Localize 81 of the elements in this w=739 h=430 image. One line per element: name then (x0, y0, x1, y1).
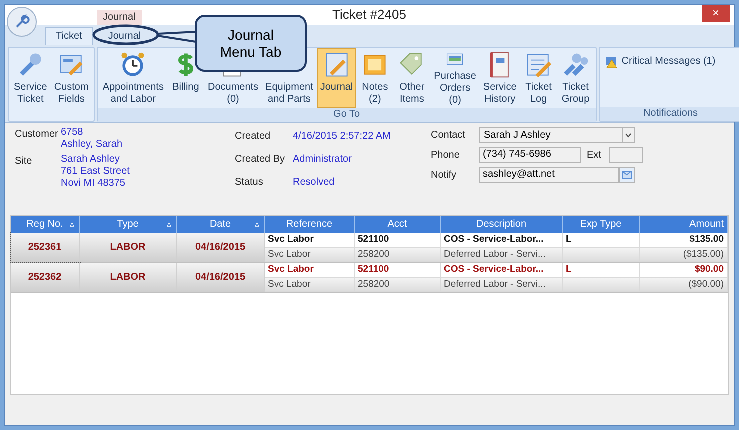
table-cell: 258200 (355, 278, 441, 292)
input-field[interactable] (609, 147, 643, 163)
sort-icon: ▵ (70, 216, 75, 233)
field-value: Ashley, Sarah (61, 139, 123, 151)
table-cell: ($90.00) (640, 278, 728, 292)
table-cell: 521100 (355, 233, 441, 248)
column-header[interactable]: Exp Type (563, 216, 640, 233)
table-cell: LABOR (80, 263, 177, 292)
table-cell: COS - Service-Labor... (441, 233, 563, 248)
field-label: Created (235, 130, 272, 144)
wrench-icon (14, 14, 30, 30)
table-cell: L (563, 263, 640, 278)
table-cell: LABOR (80, 233, 177, 262)
table-cell: 04/16/2015 (177, 263, 265, 292)
ribbon-button[interactable]: Service History (480, 48, 520, 108)
table-cell: $135.00 (640, 233, 728, 248)
app-menu-button[interactable] (7, 7, 37, 37)
table-cell: Svc Labor (265, 278, 355, 292)
column-header[interactable]: Reference (265, 216, 355, 233)
column-header[interactable]: Type ▵ (80, 216, 177, 233)
ribbon-button[interactable]: Ticket Group (558, 48, 594, 108)
table-cell: Svc Labor (265, 263, 355, 278)
ribbon-button[interactable]: Other Items (394, 48, 430, 108)
critical-messages-button[interactable]: Critical Messages (1) (602, 54, 739, 69)
warning-icon (606, 56, 618, 68)
table-cell: L (563, 233, 640, 248)
table-cell: Svc Labor (265, 248, 355, 262)
input-field[interactable]: (734) 745-6986 (479, 147, 581, 163)
table-cell: Deferred Labor - Servi... (441, 278, 563, 292)
contact-dropdown[interactable]: Sarah J Ashley (479, 127, 635, 143)
ribbon-tab[interactable]: Ticket (45, 27, 94, 45)
sort-icon: ▵ (255, 216, 260, 233)
field-label: Phone (431, 148, 461, 162)
field-value: 4/16/2015 2:57:22 AM (293, 130, 391, 144)
ribbon-button[interactable]: Journal (317, 48, 356, 108)
field-value: 761 East Street (61, 166, 130, 178)
field-label: Site (15, 155, 34, 169)
field-label: Contact (431, 128, 466, 142)
table-cell: 252361 (11, 233, 80, 262)
ribbon-button[interactable]: Custom Fields (51, 48, 92, 108)
table-cell: Deferred Labor - Servi... (441, 248, 563, 262)
table-cell: 04/16/2015 (177, 233, 265, 262)
table-cell: COS - Service-Labor... (441, 263, 563, 278)
group-label: Notifications (644, 108, 698, 119)
window-title: Ticket #2405 (332, 6, 406, 24)
field-label: Notify (431, 168, 458, 182)
ribbon-button[interactable]: Ticket Log (520, 48, 557, 108)
close-button[interactable]: × (702, 5, 730, 22)
table-cell: 252362 (11, 263, 80, 292)
field-value: Administrator (293, 153, 352, 167)
envelope-icon (622, 171, 632, 179)
field-label: Ext (587, 148, 602, 162)
ribbon-button[interactable]: Notes (2) (357, 48, 394, 108)
table-cell: 258200 (355, 248, 441, 262)
chevron-icon (622, 128, 634, 142)
contextual-tab-label: Journal (97, 10, 142, 25)
table-cell: 521100 (355, 263, 441, 278)
field-label: Customer (15, 128, 60, 142)
column-header[interactable]: Acct (355, 216, 441, 233)
field-value: Resolved (293, 176, 335, 190)
field-value: Sarah Ashley (61, 154, 121, 166)
group-label: Go To (334, 109, 360, 120)
table-cell: $90.00 (640, 263, 728, 278)
ribbon-button[interactable]: Purchase Orders (0) (431, 48, 480, 108)
field-value: Novi MI 48375 (61, 178, 126, 190)
column-header[interactable]: Date ▵ (177, 216, 265, 233)
email-button[interactable] (619, 167, 635, 183)
input-field[interactable]: sashley@att.net (479, 167, 619, 183)
table-cell: ($135.00) (640, 248, 728, 262)
field-value: 6758 (61, 127, 84, 139)
ribbon-button[interactable]: Service Ticket (11, 48, 50, 108)
column-header[interactable]: Description (441, 216, 563, 233)
column-header[interactable]: Amount (640, 216, 728, 233)
field-label: Status (235, 176, 264, 190)
sort-icon: ▵ (167, 216, 172, 233)
dropdown-value: Sarah J Ashley (484, 128, 551, 142)
field-label: Created By (235, 153, 286, 167)
table-cell: Svc Labor (265, 233, 355, 248)
callout-tooltip: Journal Menu Tab (195, 15, 307, 72)
column-header[interactable]: Reg No. ▵ (11, 216, 80, 233)
ribbon-button[interactable]: Appointments and Labor (100, 48, 167, 108)
